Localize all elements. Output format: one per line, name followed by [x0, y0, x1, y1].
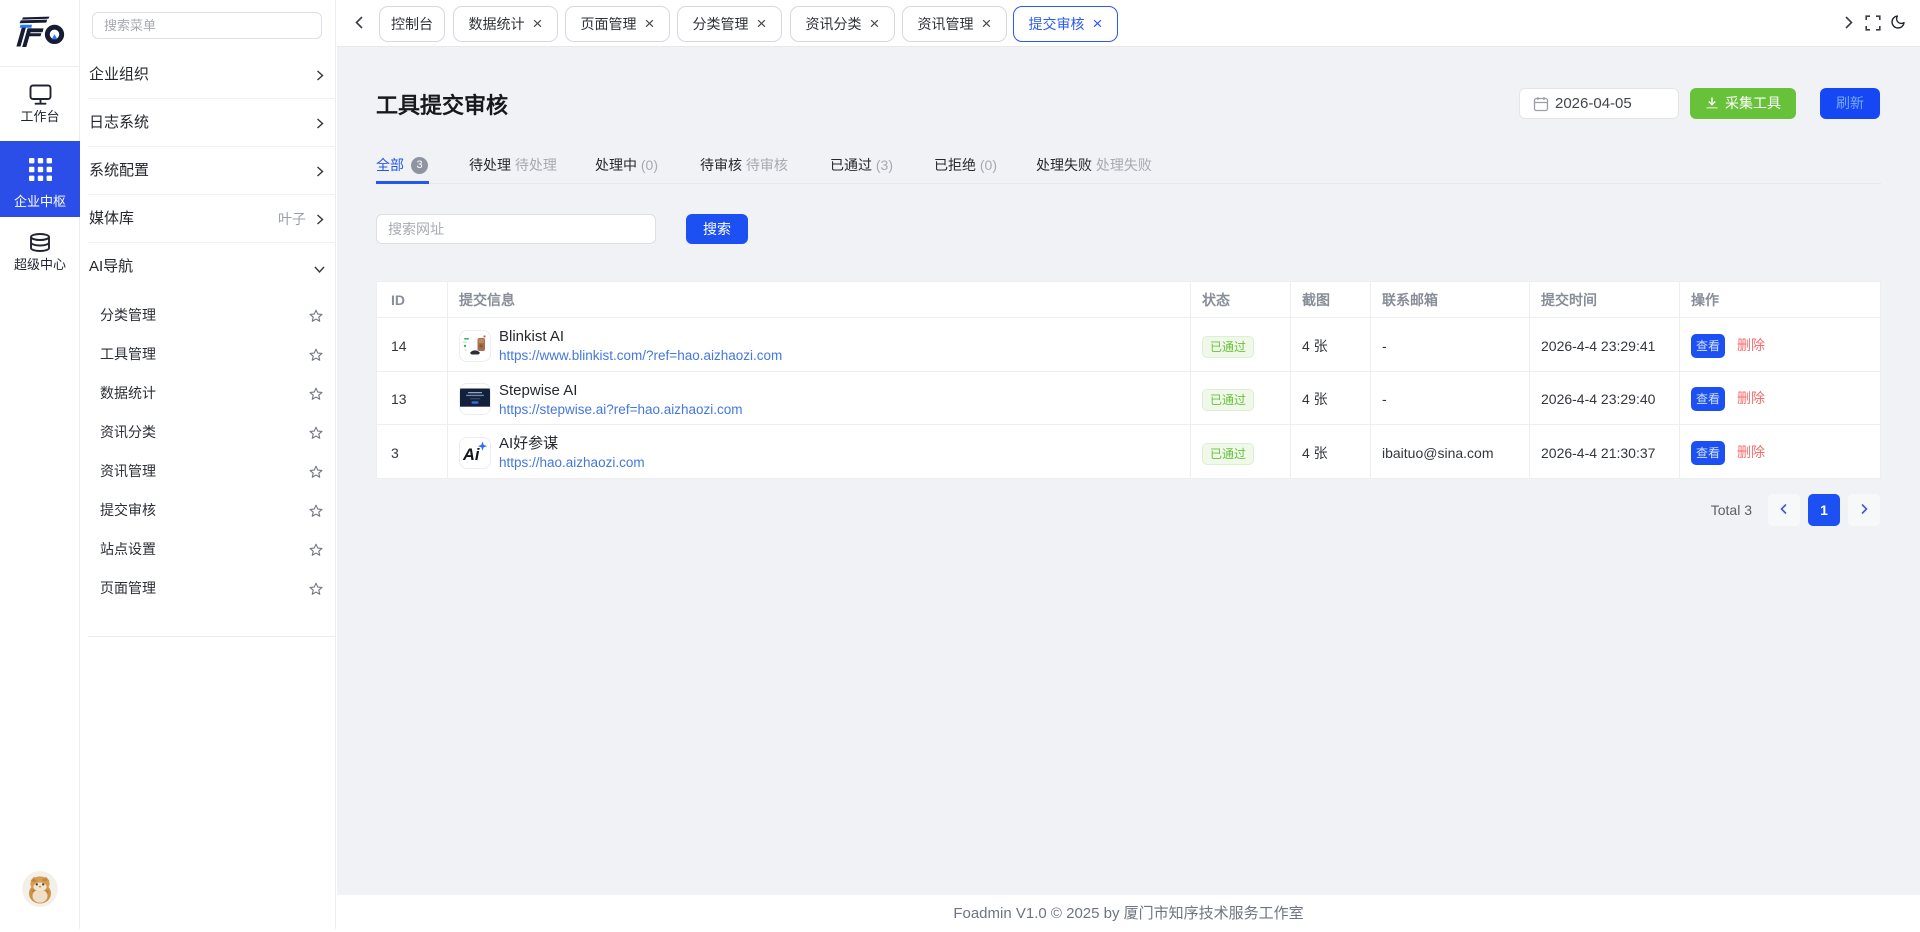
svg-text:Ai: Ai — [462, 446, 480, 464]
